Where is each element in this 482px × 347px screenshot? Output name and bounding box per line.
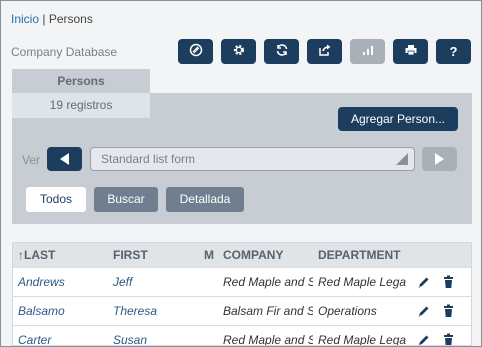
cell-last[interactable]: Andrews [13, 275, 108, 289]
refresh-icon [275, 43, 289, 60]
filter-buscar-button[interactable]: Buscar [94, 187, 158, 212]
next-form-button[interactable] [422, 147, 457, 171]
question-icon: ? [449, 44, 458, 59]
arrow-right-icon [435, 153, 444, 165]
persons-table: ↑LAST FIRST M COMPANY DEPARTMENT Andrews… [12, 242, 472, 346]
bar-chart-icon [361, 43, 375, 60]
cell-department: Red Maple Lega [318, 333, 407, 346]
chart-button[interactable] [350, 39, 385, 64]
table-row[interactable]: Balsamo Theresa Balsam Fir and S Operati… [13, 296, 471, 325]
edit-icon[interactable] [411, 304, 436, 318]
column-header-m[interactable]: M [203, 248, 218, 262]
cell-company: Balsam Fir and S [223, 304, 313, 318]
tab-persons[interactable]: Persons [12, 69, 150, 93]
table-header: ↑LAST FIRST M COMPANY DEPARTMENT [13, 243, 471, 267]
table-row[interactable]: Carter Susan Red Maple and S Red Maple L… [13, 325, 471, 346]
breadcrumb-separator: | [42, 12, 46, 26]
help-button[interactable]: ? [436, 39, 471, 64]
cell-company: Red Maple and S [223, 333, 313, 346]
breadcrumb-current: Persons [48, 12, 93, 26]
column-header-company[interactable]: COMPANY [218, 248, 313, 262]
print-button[interactable] [393, 39, 428, 64]
column-header-last[interactable]: ↑LAST [13, 248, 108, 262]
cell-department: Operations [318, 304, 377, 318]
add-person-button[interactable]: Agregar Person... [338, 107, 458, 131]
arrow-left-icon [60, 153, 69, 165]
cell-company: Red Maple and S [223, 275, 313, 289]
cell-department: Red Maple Lega [318, 275, 407, 289]
cell-first[interactable]: Jeff [108, 275, 203, 289]
breadcrumb-home-link[interactable]: Inicio [11, 12, 39, 26]
toolbar: ? [178, 39, 471, 64]
cell-last[interactable]: Carter [13, 333, 108, 345]
table-row[interactable]: Andrews Jeff Red Maple and S Red Maple L… [13, 267, 471, 296]
form-select-value: Standard list form [101, 152, 196, 166]
share-icon [318, 43, 332, 60]
edit-icon[interactable] [411, 275, 436, 289]
export-button[interactable] [307, 39, 342, 64]
form-select[interactable]: Standard list form [90, 147, 415, 171]
column-header-first[interactable]: FIRST [108, 248, 203, 262]
record-count: 19 registros [12, 93, 150, 118]
edit-icon[interactable] [411, 333, 436, 345]
printer-icon [404, 43, 418, 60]
settings-button[interactable] [221, 39, 256, 64]
database-label: Company Database [11, 45, 118, 59]
cell-first[interactable]: Theresa [108, 304, 203, 318]
trash-icon[interactable] [436, 275, 461, 289]
column-header-department[interactable]: DEPARTMENT [313, 248, 411, 262]
tool-button-1[interactable] [178, 39, 213, 64]
filter-detallada-button[interactable]: Detallada [166, 187, 244, 212]
palette-icon [189, 43, 203, 60]
gear-icon [232, 43, 246, 60]
previous-form-button[interactable] [47, 147, 82, 171]
trash-icon[interactable] [436, 333, 461, 345]
trash-icon[interactable] [436, 304, 461, 318]
view-label: Ver [22, 153, 41, 167]
filter-todos-button[interactable]: Todos [26, 187, 86, 212]
app-frame: Inicio | Persons Company Database ? Pers… [0, 0, 482, 347]
dropdown-corner-icon [396, 153, 408, 165]
breadcrumb: Inicio | Persons [11, 12, 93, 26]
refresh-button[interactable] [264, 39, 299, 64]
cell-last[interactable]: Balsamo [13, 304, 108, 318]
cell-first[interactable]: Susan [108, 333, 203, 345]
